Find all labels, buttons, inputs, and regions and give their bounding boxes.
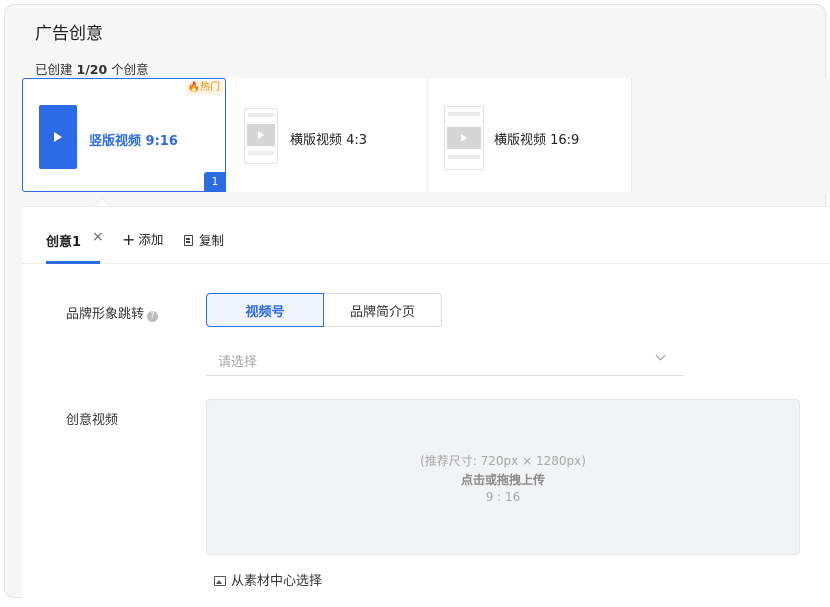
page-title: 广告创意 [35,24,103,44]
aspect-ratio-hint: 9 : 16 [485,490,521,504]
add-label: 添加 [138,232,164,247]
library-link-text: 从素材中心选择 [231,574,323,589]
format-label: 竖版视频 9:16 [89,134,178,149]
selected-count-badge: 1 [204,172,226,192]
format-selector: 竖版视频 9:16 🔥热门 1 横版视频 4:3 横版视频 16:9 [22,78,830,194]
format-vertical-9-16[interactable]: 竖版视频 9:16 🔥热门 1 [22,78,226,192]
brand-jump-toggle: 视频号 品牌简介页 [206,293,442,327]
creative-tabs: 创意1 × + 添加 复制 [22,207,830,264]
copy-creative-button[interactable]: 复制 [184,230,224,249]
hot-badge: 🔥热门 [184,81,223,95]
vertical-video-thumb-icon [39,105,77,169]
copy-icon [184,235,193,246]
video-upload-area[interactable]: (推荐尺寸: 720px × 1280px) 点击或拖拽上传 9 : 16 [206,399,800,555]
brand-jump-label-text: 品牌形象跳转 [66,307,145,322]
horizontal-video-thumb-icon [444,106,484,170]
image-library-icon [214,576,226,586]
count-suffix: 个创意 [111,62,149,77]
upload-instruction: 点击或拖拽上传 [460,473,545,487]
creative-video-label: 创意视频 [66,413,119,428]
brand-jump-label: 品牌形象跳转? [66,303,159,322]
close-icon[interactable]: × [92,229,104,245]
count-prefix: 已创建 [35,62,73,77]
creative-count: 已创建 1/20 个创意 [35,59,149,78]
plus-icon: + [122,230,136,249]
add-creative-button[interactable]: + 添加 [122,229,163,249]
option-channels-button[interactable]: 视频号 [206,293,324,327]
select-placeholder: 请选择 [218,355,258,370]
horizontal-video-thumb-icon [244,108,278,164]
chevron-down-icon [655,350,666,361]
play-icon [461,134,467,142]
tab-creative-1[interactable]: 创意1 [46,231,81,250]
play-icon [54,132,62,142]
copy-label: 复制 [199,233,225,248]
help-icon[interactable]: ? [147,311,159,322]
format-horizontal-4-3[interactable]: 横版视频 4:3 [226,78,428,192]
format-label: 横版视频 16:9 [494,133,580,148]
hot-badge-text: 热门 [200,82,220,93]
option-brand-profile-button[interactable]: 品牌简介页 [324,293,442,327]
format-label: 横版视频 4:3 [290,133,368,148]
count-value: 1/20 [76,62,108,77]
select-from-library-link[interactable]: 从素材中心选择 [214,570,322,589]
active-tab-indicator [46,261,100,264]
brand-select-dropdown[interactable]: 请选择 [206,343,684,376]
format-horizontal-16-9[interactable]: 横版视频 16:9 [428,78,632,192]
creative-editor-panel: 创意1 × + 添加 复制 品牌形象跳转? 视频号 品牌简介页 请选择 创意视频 … [22,206,830,607]
recommended-size-hint: (推荐尺寸: 720px × 1280px) [420,454,586,468]
play-icon [258,131,264,139]
